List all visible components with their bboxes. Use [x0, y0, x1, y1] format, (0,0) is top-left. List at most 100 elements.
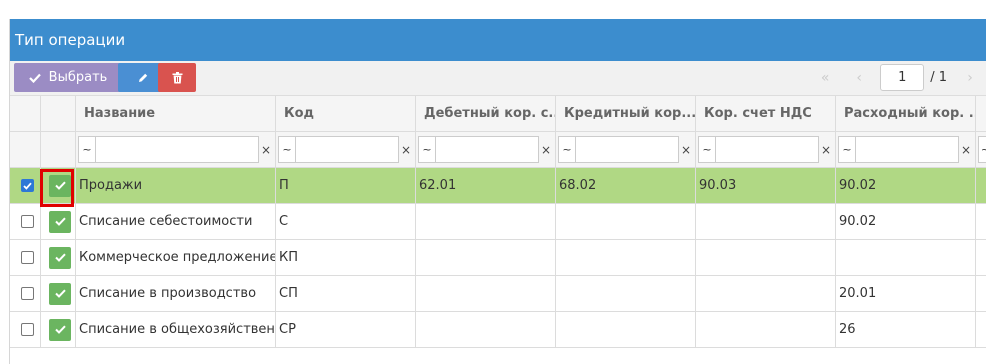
first-page-button[interactable]: «: [808, 64, 842, 91]
cell-extra: [976, 312, 986, 348]
cell-name: Списание себестоимости: [76, 204, 276, 240]
window-title: Тип операции: [10, 19, 986, 61]
check-icon[interactable]: [49, 210, 71, 233]
cell-extra: [976, 276, 986, 312]
check-icon[interactable]: [49, 282, 71, 305]
filter-extra: ~: [976, 132, 986, 168]
filter-expense: ~ ×: [836, 132, 976, 168]
cell-debit: 62.01: [416, 168, 556, 204]
cell-debit: [416, 240, 556, 276]
filter-clear-button[interactable]: ×: [539, 136, 553, 163]
row-checkbox[interactable]: [21, 251, 34, 264]
cell-code: С: [276, 204, 416, 240]
filter-input[interactable]: [96, 136, 259, 163]
filter-input[interactable]: [716, 136, 819, 163]
filter-operator[interactable]: ~: [278, 136, 296, 163]
row-checkbox-cell: [10, 168, 41, 204]
pencil-icon: [138, 73, 147, 82]
cell-code: П: [276, 168, 416, 204]
row-status-cell: [41, 240, 76, 276]
filter-operator[interactable]: ~: [418, 136, 436, 163]
table-row[interactable]: Коммерческое предложение КП: [10, 240, 986, 276]
check-icon[interactable]: [49, 318, 71, 341]
column-header-expense[interactable]: Расходный кор. ...: [836, 96, 976, 132]
check-icon[interactable]: [49, 246, 71, 269]
row-checkbox-cell: [10, 276, 41, 312]
next-page-button[interactable]: ›: [953, 64, 986, 91]
trash-icon: [172, 71, 182, 83]
filter-operator[interactable]: ~: [838, 136, 856, 163]
filter-clear-button[interactable]: ×: [399, 136, 413, 163]
cell-extra: [976, 240, 986, 276]
filter-debit: ~ ×: [416, 132, 556, 168]
filter-operator[interactable]: ~: [558, 136, 576, 163]
column-header-debit[interactable]: Дебетный кор. с...: [416, 96, 556, 132]
filter-vat: ~ ×: [696, 132, 836, 168]
header-checkbox-col: [10, 96, 41, 132]
cell-name: Списание в производство: [76, 276, 276, 312]
cell-vat: [696, 204, 836, 240]
row-checkbox[interactable]: [21, 215, 34, 228]
table-row[interactable]: Списание себестоимости С 90.02: [10, 204, 986, 240]
cell-credit: [556, 276, 696, 312]
select-button-label: Выбрать: [48, 70, 108, 85]
row-checkbox-cell: [10, 312, 41, 348]
cell-expense: 90.02: [836, 168, 976, 204]
cell-extra: [976, 204, 986, 240]
delete-button[interactable]: [158, 63, 196, 92]
cell-debit: [416, 276, 556, 312]
cell-expense: 90.02: [836, 204, 976, 240]
header-extra-col: [976, 96, 986, 132]
cell-vat: 90.03: [696, 168, 836, 204]
cell-code: СП: [276, 276, 416, 312]
filter-input[interactable]: [296, 136, 399, 163]
filter-input[interactable]: [436, 136, 539, 163]
cell-debit: [416, 204, 556, 240]
cell-expense: [836, 240, 976, 276]
cell-vat: [696, 276, 836, 312]
column-header-code[interactable]: Код: [276, 96, 416, 132]
cell-debit: [416, 312, 556, 348]
cell-name: Коммерческое предложение: [76, 240, 276, 276]
row-status-cell: [41, 276, 76, 312]
filter-spacer: [41, 132, 76, 168]
cell-credit: [556, 204, 696, 240]
filter-clear-button[interactable]: ×: [959, 136, 973, 163]
filter-clear-button[interactable]: ×: [259, 136, 273, 163]
table-row[interactable]: Списание в производство СП 20.01: [10, 276, 986, 312]
filter-operator[interactable]: ~: [978, 136, 986, 163]
header-status-col: [41, 96, 76, 132]
row-checkbox[interactable]: [21, 287, 34, 300]
pager: « ‹ 1 / 1 ›: [808, 63, 986, 92]
row-checkbox[interactable]: [21, 179, 34, 192]
cell-code: СР: [276, 312, 416, 348]
filter-row: ~× ~× ~× ~× ~× ~× ~: [10, 132, 986, 168]
page-input[interactable]: 1: [880, 64, 925, 91]
column-header-credit[interactable]: Кредитный кор....: [556, 96, 696, 132]
filter-clear-button[interactable]: ×: [679, 136, 693, 163]
filter-operator[interactable]: ~: [698, 136, 716, 163]
filter-credit: ~ ×: [556, 132, 696, 168]
cell-expense: 20.01: [836, 276, 976, 312]
prev-page-button[interactable]: ‹: [842, 64, 876, 91]
cell-vat: [696, 312, 836, 348]
row-status-cell: [41, 312, 76, 348]
filter-operator[interactable]: ~: [78, 136, 96, 163]
table-row[interactable]: Списание в общехозяйствен... СР 26: [10, 312, 986, 348]
select-button[interactable]: Выбрать: [14, 63, 122, 92]
cell-extra: [976, 168, 986, 204]
highlight-box: [40, 169, 74, 207]
column-header-name[interactable]: Название: [76, 96, 276, 132]
row-checkbox[interactable]: [21, 323, 34, 336]
filter-input[interactable]: [576, 136, 679, 163]
cell-code: КП: [276, 240, 416, 276]
filter-clear-button[interactable]: ×: [819, 136, 833, 163]
table-row[interactable]: Продажи П 62.01 68.02 90.03 90.02: [10, 168, 986, 204]
row-status-cell: [41, 204, 76, 240]
filter-input[interactable]: [856, 136, 959, 163]
column-header-vat[interactable]: Кор. счет НДС: [696, 96, 836, 132]
cell-vat: [696, 240, 836, 276]
cell-credit: [556, 312, 696, 348]
cell-name: Продажи: [76, 168, 276, 204]
table-header: Название Код Дебетный кор. с... Кредитны…: [10, 96, 986, 132]
